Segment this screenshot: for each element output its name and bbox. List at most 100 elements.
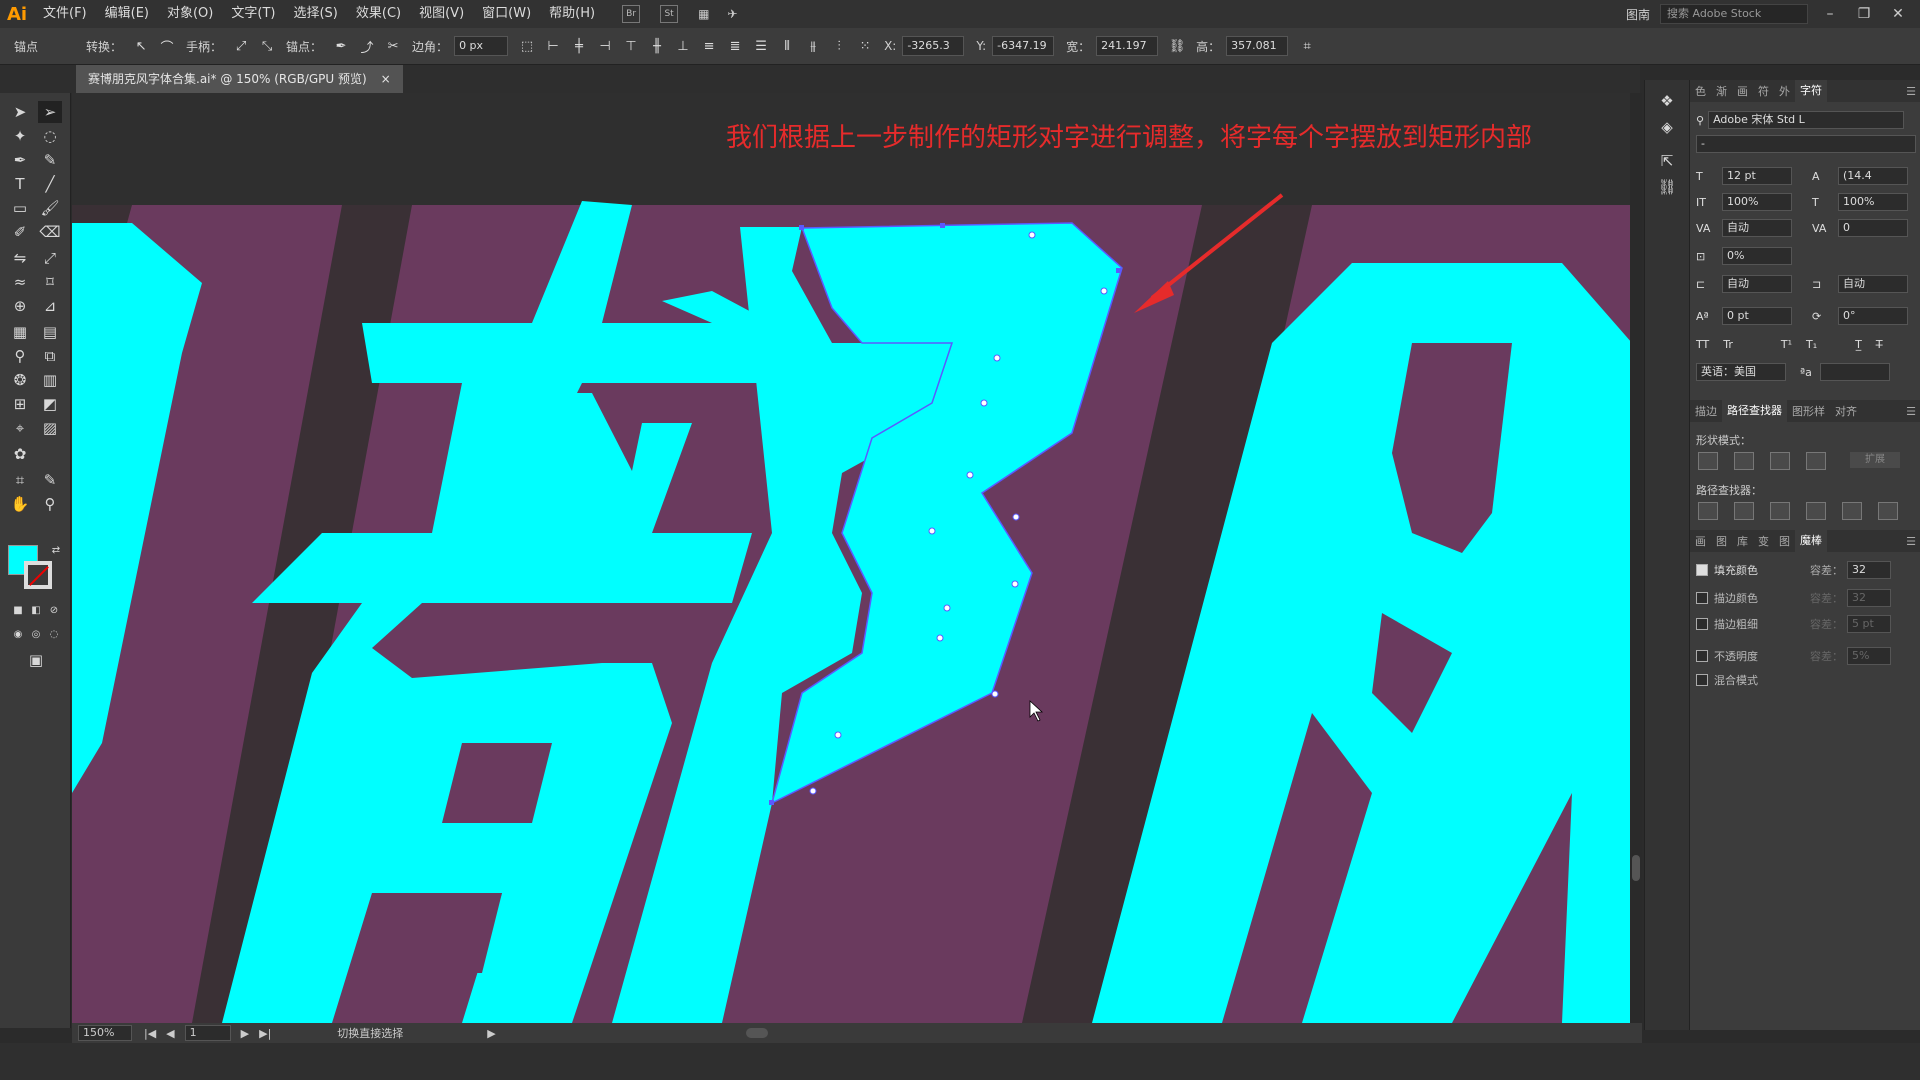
- workspace-switcher[interactable]: 图南: [1626, 6, 1650, 23]
- anchor-point[interactable]: [993, 354, 1001, 362]
- menu-file[interactable]: 文件(F): [34, 0, 96, 28]
- artboard-tool-icon[interactable]: ⊞: [8, 393, 32, 415]
- tab-appearance[interactable]: 外: [1774, 83, 1795, 99]
- connect-anchor-icon[interactable]: ⤴: [358, 37, 376, 56]
- properties-panel-icon[interactable]: ❖: [1655, 90, 1679, 112]
- chart-tool-icon[interactable]: ▨: [38, 417, 62, 439]
- direct-selection-tool-icon[interactable]: ➢: [38, 101, 62, 123]
- superscript-icon[interactable]: T¹: [1781, 338, 1792, 351]
- anti-alias-select[interactable]: [1819, 363, 1890, 381]
- export-panel-icon[interactable]: ⇱: [1655, 150, 1679, 172]
- first-artboard-icon[interactable]: |◀: [144, 1027, 156, 1040]
- anchor-point[interactable]: [1028, 231, 1036, 239]
- transform-icon[interactable]: ⌗: [1298, 37, 1316, 55]
- tab-graphic-styles[interactable]: 图形样: [1787, 403, 1830, 419]
- align-bottom-icon[interactable]: ⊥: [674, 37, 692, 55]
- anchor-point[interactable]: [966, 471, 974, 479]
- tab-gradient[interactable]: 渐: [1711, 83, 1732, 99]
- anchor-point[interactable]: [936, 634, 944, 642]
- tab-brushes[interactable]: 画: [1732, 83, 1753, 99]
- hand-tool-icon[interactable]: ✋: [8, 493, 32, 515]
- divide-icon[interactable]: [1698, 502, 1718, 520]
- mesh-tool-icon[interactable]: ▦: [8, 321, 32, 343]
- tab-symbols[interactable]: 符: [1753, 83, 1774, 99]
- anchor-point[interactable]: [1100, 287, 1108, 295]
- underline-icon[interactable]: T̲: [1855, 338, 1862, 351]
- live-paint-tool-icon[interactable]: ✿: [8, 443, 32, 465]
- canvas-area[interactable]: 我们根据上一步制作的矩形对字进行调整，将字每个字摆放到矩形内部: [72, 93, 1640, 1023]
- minimize-icon[interactable]: –: [1818, 6, 1842, 22]
- anchor-point[interactable]: [1012, 513, 1020, 521]
- font-search-icon[interactable]: ⚲: [1696, 114, 1704, 127]
- kerning-input[interactable]: 自动: [1722, 219, 1792, 237]
- weight-tolerance-input[interactable]: 5 pt: [1847, 615, 1891, 633]
- tsume-input[interactable]: 0%: [1722, 247, 1792, 265]
- layers-panel-icon[interactable]: ◈: [1655, 116, 1679, 138]
- menu-help[interactable]: 帮助(H): [540, 0, 604, 28]
- links-panel-icon[interactable]: ⛓: [1655, 176, 1679, 198]
- next-artboard-icon[interactable]: ▶: [241, 1027, 249, 1040]
- intersect-icon[interactable]: [1770, 452, 1790, 470]
- remove-anchor-icon[interactable]: ✒: [332, 37, 350, 55]
- artboard-number-field[interactable]: 1: [184, 1025, 231, 1041]
- scale-tool-icon[interactable]: ⤢: [38, 247, 62, 269]
- tracking-input[interactable]: 0: [1838, 219, 1908, 237]
- distribute-left-icon[interactable]: ⫴: [778, 37, 796, 55]
- font-size-input[interactable]: 12 pt: [1722, 167, 1792, 185]
- column-graph-tool-icon[interactable]: ▥: [38, 369, 62, 391]
- anchor-point[interactable]: [991, 690, 999, 698]
- anchor-point[interactable]: [1011, 580, 1019, 588]
- trim-icon[interactable]: [1734, 502, 1754, 520]
- anchor-point[interactable]: [928, 527, 936, 535]
- blend-mode-checkbox[interactable]: [1696, 674, 1708, 686]
- tab-stroke[interactable]: 描边: [1690, 403, 1722, 419]
- horizontal-scroll-thumb[interactable]: [745, 1028, 768, 1038]
- blend-tool-icon[interactable]: ⧉: [38, 345, 62, 367]
- distribute-right-icon[interactable]: ⫶: [830, 37, 848, 55]
- swap-fill-stroke-icon[interactable]: ⇄: [44, 539, 68, 561]
- tab-swatches[interactable]: 画: [1690, 533, 1711, 549]
- document-tab[interactable]: 赛博朋克风字体合集.ai* @ 150% (RGB/GPU 预览) ×: [76, 65, 403, 93]
- opacity-checkbox[interactable]: [1696, 650, 1708, 662]
- aki-right-select[interactable]: 自动: [1838, 275, 1908, 293]
- arrange-documents-icon[interactable]: ▦: [698, 7, 709, 21]
- crop-icon[interactable]: [1806, 502, 1826, 520]
- expand-button[interactable]: 扩展: [1850, 452, 1900, 468]
- cut-path-icon[interactable]: ✂: [384, 37, 402, 55]
- menu-type[interactable]: 文字(T): [222, 0, 284, 28]
- anchor-selected[interactable]: [769, 800, 774, 805]
- tab-pathfinder[interactable]: 路径查找器: [1722, 400, 1787, 422]
- menu-edit[interactable]: 编辑(E): [96, 0, 158, 28]
- paintbrush-tool-icon[interactable]: 🖌: [38, 197, 62, 219]
- perspective-grid-tool-icon[interactable]: ⊿: [38, 295, 62, 317]
- pen-tool-icon[interactable]: ✒: [8, 149, 32, 171]
- tab-transform[interactable]: 变: [1753, 533, 1774, 549]
- align-right-icon[interactable]: ⊣: [596, 37, 614, 55]
- menu-select[interactable]: 选择(S): [284, 0, 346, 28]
- status-menu-icon[interactable]: ▶: [487, 1027, 495, 1040]
- magic-wand-menu-icon[interactable]: ☰: [1901, 535, 1920, 548]
- link-icon[interactable]: ⛓: [1168, 37, 1186, 55]
- distribute-top-icon[interactable]: ≡: [700, 37, 718, 55]
- rectangle-tool-icon[interactable]: ▭: [8, 197, 32, 219]
- last-artboard-icon[interactable]: ▶|: [259, 1027, 271, 1040]
- close-window-icon[interactable]: ✕: [1886, 6, 1910, 22]
- outline-icon[interactable]: [1842, 502, 1862, 520]
- reference-point-icon[interactable]: ⁙: [856, 37, 874, 55]
- pathfinder-menu-icon[interactable]: ☰: [1901, 405, 1920, 418]
- menu-view[interactable]: 视图(V): [410, 0, 473, 28]
- tab-magic-wand[interactable]: 魔棒: [1795, 530, 1827, 552]
- measure-tool-icon[interactable]: ✎: [38, 469, 62, 491]
- fill-tolerance-input[interactable]: 32: [1847, 561, 1891, 579]
- artwork[interactable]: [72, 93, 1640, 1023]
- close-tab-icon[interactable]: ×: [381, 65, 391, 93]
- slice-tool-icon[interactable]: ◩: [38, 393, 62, 415]
- tab-character[interactable]: 字符: [1795, 80, 1827, 102]
- hide-handles-icon[interactable]: ⤡: [258, 37, 276, 55]
- stroke-tolerance-input[interactable]: 32: [1847, 589, 1891, 607]
- anchor-point[interactable]: [943, 604, 951, 612]
- subscript-icon[interactable]: T₁: [1806, 338, 1817, 351]
- convert-corner-icon[interactable]: ↖: [132, 37, 150, 55]
- stroke-color-checkbox[interactable]: [1696, 592, 1708, 604]
- curvature-tool-icon[interactable]: ✎: [38, 149, 62, 171]
